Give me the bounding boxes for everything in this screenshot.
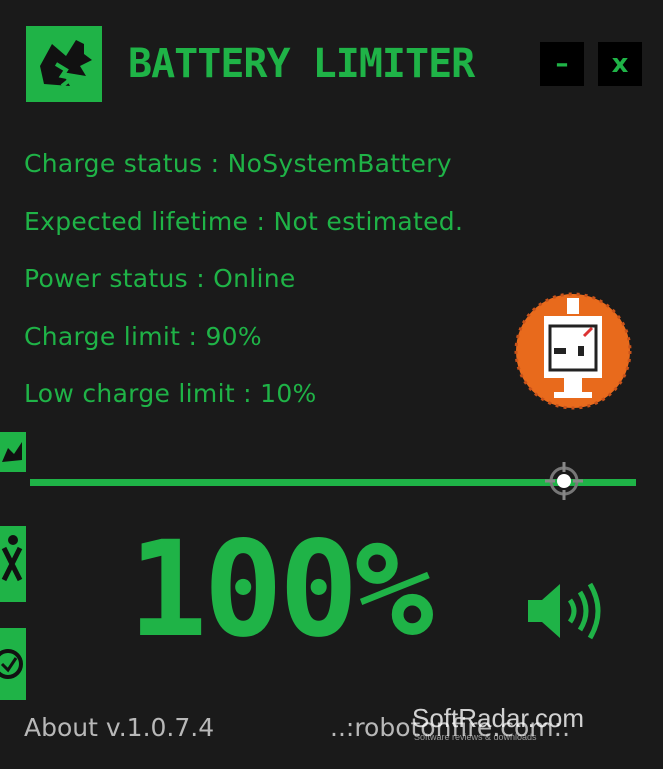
about-link[interactable]: About v.1.0.7.4	[24, 710, 214, 746]
app-title: BATTERY LIMITER	[128, 41, 475, 87]
robot-on-fire-avatar-icon[interactable]	[514, 292, 632, 410]
battery-percentage: 100%	[128, 513, 434, 667]
watermark-subtext: Software reviews & downloads	[414, 732, 537, 742]
charge-limit-text: Charge limit : 90%	[24, 322, 262, 351]
tools-icon	[1, 535, 23, 582]
low-charge-limit-text: Low charge limit : 10%	[24, 379, 317, 408]
speaker-volume-icon[interactable]	[526, 576, 622, 646]
battery-limiter-logo-icon	[26, 26, 102, 102]
badge-icon	[0, 649, 23, 679]
power-status-text: Power status : Online	[24, 264, 296, 293]
leaf-icon	[2, 442, 22, 462]
watermark-text: SoftRadar.com	[412, 703, 584, 733]
expected-lifetime-text: Expected lifetime : Not estimated.	[24, 207, 464, 236]
side-tab-leaf[interactable]	[0, 432, 26, 472]
close-button[interactable]: x	[598, 42, 642, 86]
minimize-button[interactable]: –	[540, 42, 584, 86]
crosshair-icon[interactable]	[543, 460, 585, 502]
side-tab-tools[interactable]	[0, 526, 26, 602]
side-tab-badge[interactable]	[0, 628, 26, 700]
charge-status-text: Charge status : NoSystemBattery	[24, 149, 452, 178]
